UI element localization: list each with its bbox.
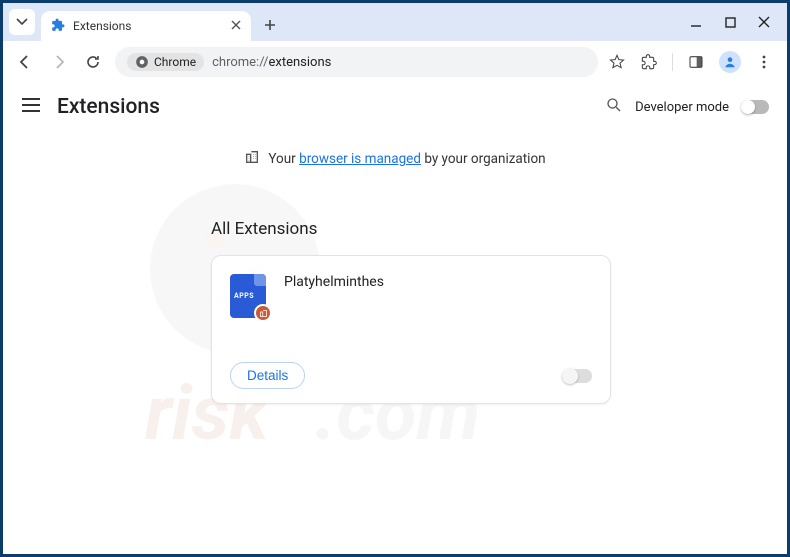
chrome-icon bbox=[135, 55, 149, 69]
kebab-icon bbox=[757, 55, 771, 69]
puzzle-icon bbox=[51, 17, 65, 36]
toolbar: Chrome chrome://extensions bbox=[3, 41, 787, 83]
arrow-right-icon bbox=[51, 54, 67, 70]
panel-icon bbox=[688, 54, 704, 70]
chevron-down-icon bbox=[16, 16, 28, 28]
plus-icon bbox=[264, 19, 276, 31]
developer-mode-row: Developer mode bbox=[605, 96, 769, 118]
reload-button[interactable] bbox=[81, 50, 105, 74]
extension-name: Platyhelminthes bbox=[284, 274, 384, 290]
bookmark-button[interactable] bbox=[608, 54, 626, 70]
building-icon bbox=[244, 149, 260, 169]
chip-label: Chrome bbox=[154, 55, 196, 69]
arrow-left-icon bbox=[17, 54, 33, 70]
extension-card: APPS Platyhelminthes Details bbox=[211, 255, 611, 404]
hamburger-icon bbox=[21, 97, 41, 113]
close-window-button[interactable] bbox=[757, 15, 771, 29]
page-header: Extensions Developer mode bbox=[21, 95, 769, 119]
close-icon[interactable] bbox=[231, 19, 241, 33]
managed-badge-icon bbox=[254, 304, 272, 322]
toolbar-right bbox=[608, 51, 777, 73]
search-icon bbox=[605, 96, 623, 114]
developer-mode-label: Developer mode bbox=[635, 100, 729, 115]
page-title: Extensions bbox=[57, 95, 160, 119]
puzzle-icon bbox=[641, 54, 657, 70]
main-menu-button[interactable] bbox=[21, 97, 41, 117]
minimize-button[interactable] bbox=[689, 15, 703, 29]
details-button[interactable]: Details bbox=[230, 362, 305, 389]
tab-bar: Extensions bbox=[3, 3, 787, 41]
extension-icon: APPS bbox=[230, 274, 266, 318]
developer-mode-toggle[interactable] bbox=[741, 100, 769, 114]
profile-button[interactable] bbox=[719, 51, 741, 73]
extensions-page: Extensions Developer mode Your browser i… bbox=[3, 83, 787, 554]
managed-link[interactable]: browser is managed bbox=[299, 151, 421, 167]
back-button[interactable] bbox=[13, 50, 37, 74]
tab-title: Extensions bbox=[73, 19, 223, 33]
forward-button[interactable] bbox=[47, 50, 71, 74]
separator bbox=[672, 53, 673, 71]
maximize-button[interactable] bbox=[723, 15, 737, 29]
address-bar[interactable]: Chrome chrome://extensions bbox=[115, 47, 598, 77]
new-tab-button[interactable] bbox=[257, 12, 283, 38]
reload-icon bbox=[85, 54, 101, 70]
extension-icon-label: APPS bbox=[234, 292, 254, 300]
tab-search-button[interactable] bbox=[9, 9, 35, 35]
menu-button[interactable] bbox=[755, 55, 773, 69]
extensions-button[interactable] bbox=[640, 54, 658, 70]
url-text: chrome://extensions bbox=[212, 55, 331, 70]
chrome-chip: Chrome bbox=[127, 53, 204, 71]
search-button[interactable] bbox=[605, 96, 623, 118]
star-icon bbox=[609, 54, 625, 70]
extension-enable-toggle[interactable] bbox=[562, 369, 592, 383]
browser-tab[interactable]: Extensions bbox=[41, 11, 251, 41]
managed-text: Your browser is managed by your organiza… bbox=[268, 151, 545, 167]
sidepanel-button[interactable] bbox=[687, 54, 705, 70]
person-icon bbox=[723, 55, 737, 69]
window-controls bbox=[689, 15, 781, 29]
managed-browser-notice: Your browser is managed by your organiza… bbox=[21, 149, 769, 169]
section-title: All Extensions bbox=[211, 219, 769, 239]
